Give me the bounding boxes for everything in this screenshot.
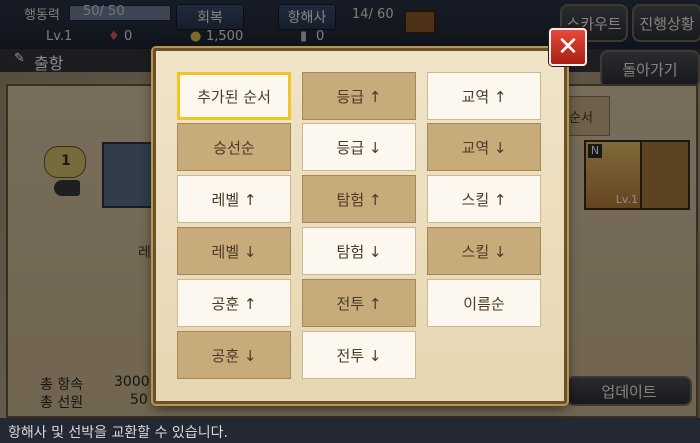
sort-option-0-4[interactable]: 공훈 ↑: [177, 279, 291, 327]
sort-option-label: 탐험 ↓: [336, 242, 382, 261]
sort-option-label: 레벨 ↑: [211, 190, 257, 209]
sort-option-label: 교역 ↑: [461, 87, 507, 106]
sort-option-label: 공훈 ↓: [211, 346, 257, 365]
sort-option-label: 추가된 순서: [197, 87, 271, 106]
sort-option-label: 등급 ↑: [336, 87, 382, 106]
sort-option-label: 전투 ↑: [336, 294, 382, 313]
sort-option-label: 전투 ↓: [336, 346, 382, 365]
sort-option-label: 탐험 ↑: [336, 190, 382, 209]
sort-option-1-5[interactable]: 전투 ↓: [302, 331, 416, 379]
sort-option-0-5[interactable]: 공훈 ↓: [177, 331, 291, 379]
sort-option-label: 승선순: [213, 138, 255, 157]
sort-option-label: 공훈 ↑: [211, 294, 257, 313]
sort-option-2-0[interactable]: 교역 ↑: [427, 72, 541, 120]
close-button[interactable]: ✕: [549, 28, 587, 66]
sort-option-label: 등급 ↓: [336, 138, 382, 157]
close-icon: ✕: [557, 32, 579, 62]
sort-option-2-4[interactable]: 이름순: [427, 279, 541, 327]
sort-option-label: 레벨 ↓: [211, 242, 257, 261]
sort-option-0-0[interactable]: 추가된 순서: [177, 72, 291, 120]
sort-option-0-2[interactable]: 레벨 ↑: [177, 175, 291, 223]
sort-option-label: 교역 ↓: [461, 138, 507, 157]
sort-option-1-3[interactable]: 탐험 ↓: [302, 227, 416, 275]
sort-option-0-1[interactable]: 승선순: [177, 123, 291, 171]
status-message: 항해사 및 선박을 교환할 수 있습니다.: [8, 425, 228, 441]
sort-option-label: 스킬 ↑: [461, 190, 507, 209]
sort-option-1-4[interactable]: 전투 ↑: [302, 279, 416, 327]
sort-option-2-3[interactable]: 스킬 ↓: [427, 227, 541, 275]
sort-option-label: 스킬 ↓: [461, 242, 507, 261]
sort-option-2-2[interactable]: 스킬 ↑: [427, 175, 541, 223]
sort-option-1-0[interactable]: 등급 ↑: [302, 72, 416, 120]
sort-option-1-2[interactable]: 탐험 ↑: [302, 175, 416, 223]
sort-option-0-3[interactable]: 레벨 ↓: [177, 227, 291, 275]
sort-option-1-1[interactable]: 등급 ↓: [302, 123, 416, 171]
sort-option-2-1[interactable]: 교역 ↓: [427, 123, 541, 171]
sort-option-label: 이름순: [463, 294, 505, 313]
